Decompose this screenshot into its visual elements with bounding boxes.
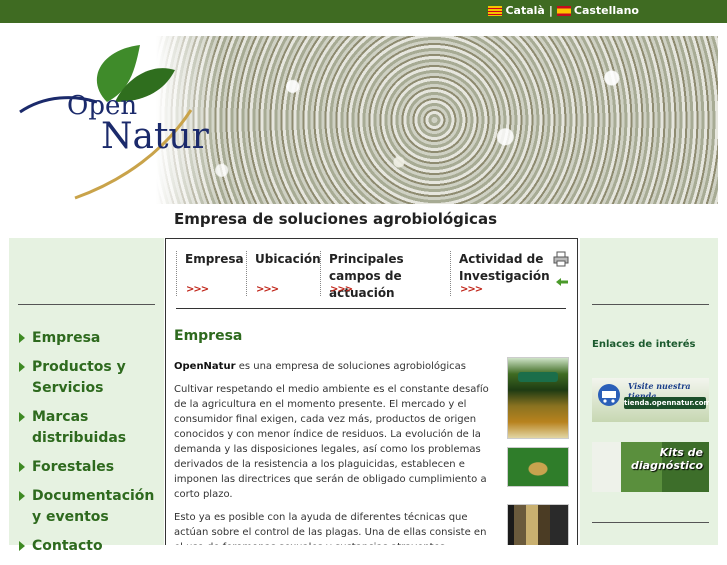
- kits-banner-link[interactable]: Kits de diagnóstico: [592, 442, 709, 492]
- tab-empresa[interactable]: Empresa >>>: [176, 251, 247, 296]
- section-title: Empresa: [174, 328, 243, 344]
- triangle-bullet-icon: [19, 333, 25, 343]
- top-bar: Català | Castellano: [0, 0, 727, 23]
- language-switcher: Català | Castellano: [488, 4, 639, 17]
- nav-item-documentacion[interactable]: Documentación y eventos: [17, 486, 157, 528]
- trap-photo[interactable]: [507, 357, 569, 439]
- nav-item-label: Contacto: [32, 538, 103, 554]
- triangle-bullet-icon: [19, 541, 25, 551]
- main-navigation: Empresa Productos y Servicios Marcas dis…: [17, 328, 157, 565]
- body-text: OpenNatur es una empresa de soluciones a…: [174, 359, 494, 545]
- back-arrow-icon[interactable]: [555, 277, 569, 287]
- tab-ubicacion[interactable]: Ubicación >>>: [246, 251, 321, 296]
- lang-castellano-label: Castellano: [573, 4, 639, 17]
- tab-investigacion[interactable]: Actividad de Investigación >>>: [450, 251, 555, 296]
- intro-text: es una empresa de soluciones agrobiológi…: [235, 361, 467, 372]
- lang-castellano-link[interactable]: Castellano: [556, 4, 639, 17]
- triangle-bullet-icon: [19, 491, 25, 501]
- lang-catala-link[interactable]: Català: [488, 4, 545, 17]
- catalonia-flag-icon: [488, 5, 503, 16]
- tabs-divider: [176, 308, 566, 309]
- spain-flag-icon: [556, 5, 571, 16]
- intro-paragraph: OpenNatur es una empresa de soluciones a…: [174, 359, 494, 374]
- paragraph-2: Esto ya es posible con la ayuda de difer…: [174, 512, 487, 545]
- tab-arrows: >>>: [186, 284, 209, 295]
- paragraph-1: Cultivar respetando el medio ambiente es…: [174, 384, 489, 500]
- links-title: Enlaces de interés: [592, 339, 696, 350]
- sidebar-divider: [18, 304, 155, 305]
- triangle-bullet-icon: [19, 362, 25, 372]
- tab-label: Actividad de Investigación: [459, 252, 550, 283]
- lang-catala-label: Català: [505, 4, 545, 17]
- nav-item-forestales[interactable]: Forestales: [17, 457, 157, 478]
- nav-item-label: Marcas distribuidas: [32, 409, 127, 446]
- nav-item-productos[interactable]: Productos y Servicios: [17, 357, 157, 399]
- shopping-cart-icon: [598, 384, 620, 406]
- tab-arrows: >>>: [460, 284, 483, 295]
- logo[interactable]: Open Natur: [9, 36, 219, 204]
- right-divider-bottom: [592, 522, 709, 523]
- moth-photo[interactable]: [507, 447, 569, 487]
- tab-campos-actuacion[interactable]: Principales campos de actuación >>>: [320, 251, 451, 300]
- logo-word-natur: Natur: [101, 116, 209, 157]
- shop-banner-url: tienda.opennatur.com: [624, 397, 709, 409]
- kits-banner-label: Kits de diagnóstico: [631, 446, 703, 472]
- triangle-bullet-icon: [19, 462, 25, 472]
- nav-item-label: Forestales: [32, 459, 115, 475]
- tab-label: Empresa: [185, 252, 244, 266]
- nav-item-contacto[interactable]: Contacto: [17, 536, 157, 557]
- shop-banner-link[interactable]: Visite nuestra tienda tienda.opennatur.c…: [592, 378, 709, 422]
- nav-item-label: Documentación y eventos: [32, 488, 155, 525]
- print-icon[interactable]: [553, 251, 569, 267]
- header-banner: Open Natur: [9, 36, 718, 204]
- company-name: OpenNatur: [174, 361, 236, 372]
- lang-separator: |: [548, 4, 553, 17]
- right-sidebar: Enlaces de interés Visite nuestra tienda…: [580, 238, 718, 545]
- page-tagline: Empresa de soluciones agrobiológicas: [174, 210, 497, 228]
- bark-photo[interactable]: [507, 504, 569, 545]
- left-sidebar: Empresa Productos y Servicios Marcas dis…: [9, 238, 164, 554]
- section-tabs: Empresa >>> Ubicación >>> Principales ca…: [176, 251, 556, 311]
- nav-item-marcas[interactable]: Marcas distribuidas: [17, 407, 157, 449]
- tab-label: Ubicación: [255, 252, 321, 266]
- trap-cap: [518, 372, 558, 382]
- tab-arrows: >>>: [256, 284, 279, 295]
- nav-item-label: Empresa: [32, 330, 101, 346]
- nav-item-label: Productos y Servicios: [32, 359, 126, 396]
- right-divider-top: [592, 304, 709, 305]
- main-content: Empresa >>> Ubicación >>> Principales ca…: [165, 238, 578, 545]
- nav-item-empresa[interactable]: Empresa: [17, 328, 157, 349]
- triangle-bullet-icon: [19, 412, 25, 422]
- tab-arrows: >>>: [330, 284, 353, 295]
